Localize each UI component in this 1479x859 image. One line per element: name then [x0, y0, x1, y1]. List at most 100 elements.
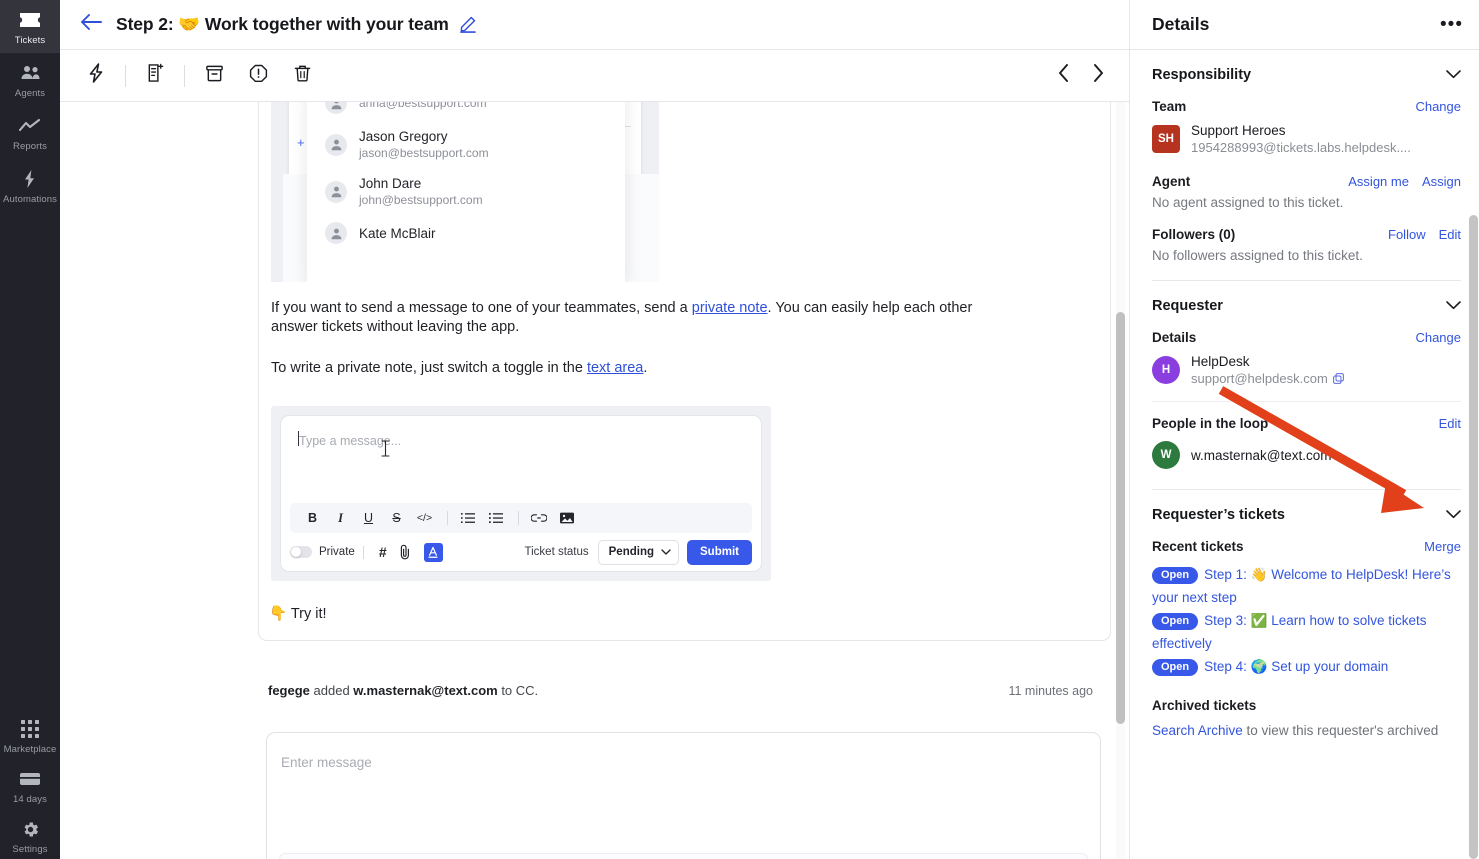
editor-mock-placeholder: Type a message... [281, 416, 761, 503]
sidebar-item-marketplace[interactable]: Marketplace [0, 709, 60, 759]
body-paragraph-2: To write a private note, just switch a t… [271, 359, 1011, 378]
requester-header[interactable]: Requester [1152, 281, 1461, 327]
back-button[interactable] [76, 10, 106, 40]
list-item-text: John Dare john@bestsupport.com [359, 175, 483, 208]
team-name: Support Heroes [1191, 122, 1411, 139]
people-in-loop-row: People in the loop Edit [1152, 416, 1461, 431]
more-horizontal-icon[interactable]: ••• [1440, 20, 1463, 30]
ticket-thread-scroll[interactable]: + anna@bestsupport.com [60, 102, 1129, 859]
trash-icon [293, 64, 312, 88]
ordered-list-button[interactable] [455, 507, 480, 529]
reports-chart-icon [19, 115, 41, 137]
private-toggle[interactable] [290, 546, 312, 558]
sidebar-item-tickets[interactable]: Tickets [0, 0, 60, 53]
list-item[interactable]: OpenStep 1: 👋 Welcome to HelpDesk! Here’… [1152, 563, 1461, 609]
sidebar-item-trial[interactable]: 14 days [0, 759, 60, 809]
people-in-loop-label: People in the loop [1152, 416, 1268, 431]
details-scrollbar-thumb[interactable] [1469, 215, 1478, 859]
bullet-list-button[interactable] [483, 507, 508, 529]
activity-log-entry: fegege added w.masternak@text.com to CC.… [258, 683, 1111, 698]
message-composer[interactable]: Enter message [266, 732, 1101, 859]
requester-change-link[interactable]: Change [1415, 330, 1461, 345]
app-root: Tickets Agents Reports Automations [0, 0, 1479, 859]
merge-link[interactable]: Merge [1424, 539, 1461, 554]
list-item-name: John Dare [359, 175, 483, 192]
message-composer-wrap: Enter message [258, 732, 1111, 859]
status-badge: Open [1152, 613, 1198, 630]
link-button[interactable] [526, 507, 551, 529]
note-plus-icon [146, 63, 165, 88]
list-item[interactable]: OpenStep 3: ✅ Learn how to solve tickets… [1152, 609, 1461, 655]
embedded-screenshot-user-list: + anna@bestsupport.com [271, 102, 659, 282]
underline-button[interactable]: U [356, 507, 381, 529]
attachment-button[interactable] [394, 541, 416, 563]
left-sidebar: Tickets Agents Reports Automations [0, 0, 60, 859]
responsibility-header[interactable]: Responsibility [1152, 50, 1461, 96]
submit-button[interactable]: Submit [687, 540, 752, 565]
details-scroll[interactable]: Responsibility Team Change SH Support He… [1130, 50, 1479, 859]
team-change-link[interactable]: Change [1415, 99, 1461, 114]
activity-actor: fegege [268, 683, 310, 698]
automations-bolt-button[interactable] [80, 60, 112, 92]
loop-person: W w.masternak@text.com [1152, 441, 1461, 469]
list-item: anna@bestsupport.com [307, 102, 625, 121]
composer-toolbar-strip [279, 853, 1088, 859]
text-color-button[interactable] [424, 543, 443, 562]
screenshot-plus-glyph: + [297, 135, 305, 150]
ticket-status-select[interactable]: Pending [598, 540, 679, 565]
chevron-down-icon [661, 549, 671, 556]
strikethrough-button[interactable]: S [384, 507, 409, 529]
requester-name: HelpDesk [1191, 353, 1344, 370]
archived-tickets-label: Archived tickets [1152, 698, 1461, 713]
assign-me-link[interactable]: Assign me [1348, 174, 1409, 189]
main-scrollbar-thumb[interactable] [1116, 312, 1125, 724]
delete-button[interactable] [286, 60, 318, 92]
ticket-title[interactable]: Step 4: 🌍 Set up your domain [1204, 659, 1388, 674]
list-item: Kate McBlair [307, 215, 625, 251]
text-area-link[interactable]: text area [587, 360, 643, 376]
try-it-text: 👇 Try it! [269, 605, 1098, 622]
people-in-loop-edit-link[interactable]: Edit [1439, 416, 1461, 431]
canned-response-hash-button[interactable]: # [372, 541, 394, 563]
team-avatar: SH [1152, 125, 1180, 153]
editor-mock-box: Type a message... B I U S </> [280, 415, 762, 572]
list-item-name: Jason Gregory [359, 128, 489, 145]
activity-timestamp: 11 minutes ago [1008, 684, 1093, 698]
requester-tickets-title: Requester’s tickets [1152, 507, 1285, 523]
agent-field-row: Agent Assign me Assign [1152, 174, 1461, 189]
assign-link[interactable]: Assign [1422, 174, 1461, 189]
italic-button[interactable]: I [328, 507, 353, 529]
sidebar-item-reports[interactable]: Reports [0, 106, 60, 159]
list-item: Jason Gregory jason@bestsupport.com [307, 121, 625, 168]
requester-tickets-header[interactable]: Requester’s tickets [1152, 490, 1461, 536]
sidebar-item-settings[interactable]: Settings [0, 809, 60, 859]
search-archive-link[interactable]: Search Archive [1152, 723, 1243, 738]
team-person: SH Support Heroes 1954288993@tickets.lab… [1152, 122, 1461, 156]
activity-action: added [310, 683, 353, 698]
ticket-icon [19, 9, 41, 31]
follow-link[interactable]: Follow [1388, 227, 1426, 242]
code-button[interactable]: </> [412, 507, 437, 529]
main-scrollbar[interactable] [1116, 102, 1125, 859]
details-scrollbar[interactable] [1469, 0, 1478, 859]
list-item[interactable]: OpenStep 4: 🌍 Set up your domain [1152, 655, 1461, 678]
bold-button[interactable]: B [300, 507, 325, 529]
team-email: 1954288993@tickets.labs.helpdesk.... [1191, 139, 1411, 156]
archive-button[interactable] [198, 60, 230, 92]
private-note-link[interactable]: private note [692, 300, 768, 316]
sidebar-item-automations[interactable]: Automations [0, 159, 60, 212]
copy-icon[interactable] [1333, 373, 1344, 384]
gear-icon [21, 818, 40, 840]
activity-target: w.masternak@text.com [353, 683, 497, 698]
new-note-button[interactable] [139, 60, 171, 92]
followers-edit-link[interactable]: Edit [1439, 227, 1461, 242]
previous-ticket-button[interactable] [1047, 60, 1081, 92]
requester-details-row: Details Change [1152, 330, 1461, 345]
image-button[interactable] [554, 507, 579, 529]
spam-button[interactable] [242, 60, 274, 92]
requester-email: support@helpdesk.com [1191, 370, 1328, 387]
pencil-edit-icon[interactable] [459, 16, 476, 33]
ticket-main-column: Step 2: 🤝 Work together with your team [60, 0, 1130, 859]
next-ticket-button[interactable] [1081, 60, 1115, 92]
sidebar-item-agents[interactable]: Agents [0, 53, 60, 106]
